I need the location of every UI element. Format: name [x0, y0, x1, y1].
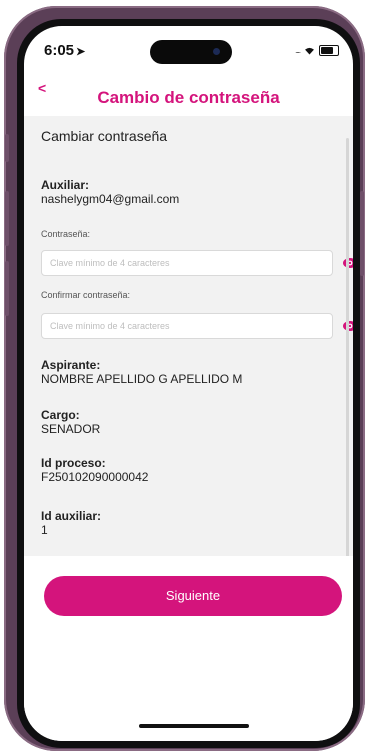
side-button-volume-up — [5, 191, 9, 246]
camera-icon — [213, 48, 220, 55]
aspirante-value: NOMBRE APELLIDO G APELLIDO M — [41, 372, 243, 386]
side-button-power — [360, 191, 364, 276]
wifi-icon — [305, 47, 314, 55]
auxiliar-email: nashelygm04@gmail.com — [41, 192, 180, 206]
side-button-volume-down — [5, 261, 9, 316]
confirm-password-label: Confirmar contraseña: — [41, 290, 131, 300]
auxiliar-id-label: Id auxiliar: — [41, 509, 102, 523]
auxiliar-label: Auxiliar: — [41, 178, 90, 192]
screen: 6:05 ➤ .... < Cambio de contraseña Cambia… — [24, 26, 353, 741]
cargo-label: Cargo: — [41, 408, 80, 422]
page-title: Cambio de contraseña — [97, 88, 280, 107]
confirm-password-input[interactable]: Clave mínimo de 4 caracteres — [41, 313, 333, 339]
scrollbar[interactable] — [346, 138, 349, 558]
battery-icon — [319, 45, 339, 56]
auxiliar-id-value: 1 — [41, 523, 48, 537]
aspirante-label: Aspirante: — [41, 358, 101, 372]
proceso-value: F250102090000042 — [41, 470, 149, 484]
status-time: 6:05 ➤ — [44, 42, 85, 59]
home-indicator[interactable] — [139, 724, 249, 728]
location-arrow-icon: ➤ — [76, 46, 86, 58]
footer: Siguiente — [24, 556, 353, 741]
app-header: < Cambio de contraseña — [24, 72, 353, 117]
phone-frame: 6:05 ➤ .... < Cambio de contraseña Cambia… — [4, 6, 365, 751]
status-bar: 6:05 ➤ .... — [24, 26, 353, 72]
side-button-action — [5, 134, 9, 162]
dynamic-island — [150, 40, 232, 64]
password-input[interactable]: Clave mínimo de 4 caracteres — [41, 250, 333, 276]
signal-icon: .... — [295, 46, 301, 55]
status-icons: .... — [295, 45, 339, 56]
next-button[interactable]: Siguiente — [44, 576, 342, 616]
proceso-label: Id proceso: — [41, 456, 106, 470]
form-content: Cambiar contraseña Auxiliar: nashelygm04… — [24, 116, 353, 556]
password-label: Contraseña: — [41, 229, 91, 239]
cargo-value: SENADOR — [41, 422, 101, 436]
section-title: Cambiar contraseña — [41, 128, 168, 144]
status-time-text: 6:05 — [44, 42, 75, 59]
